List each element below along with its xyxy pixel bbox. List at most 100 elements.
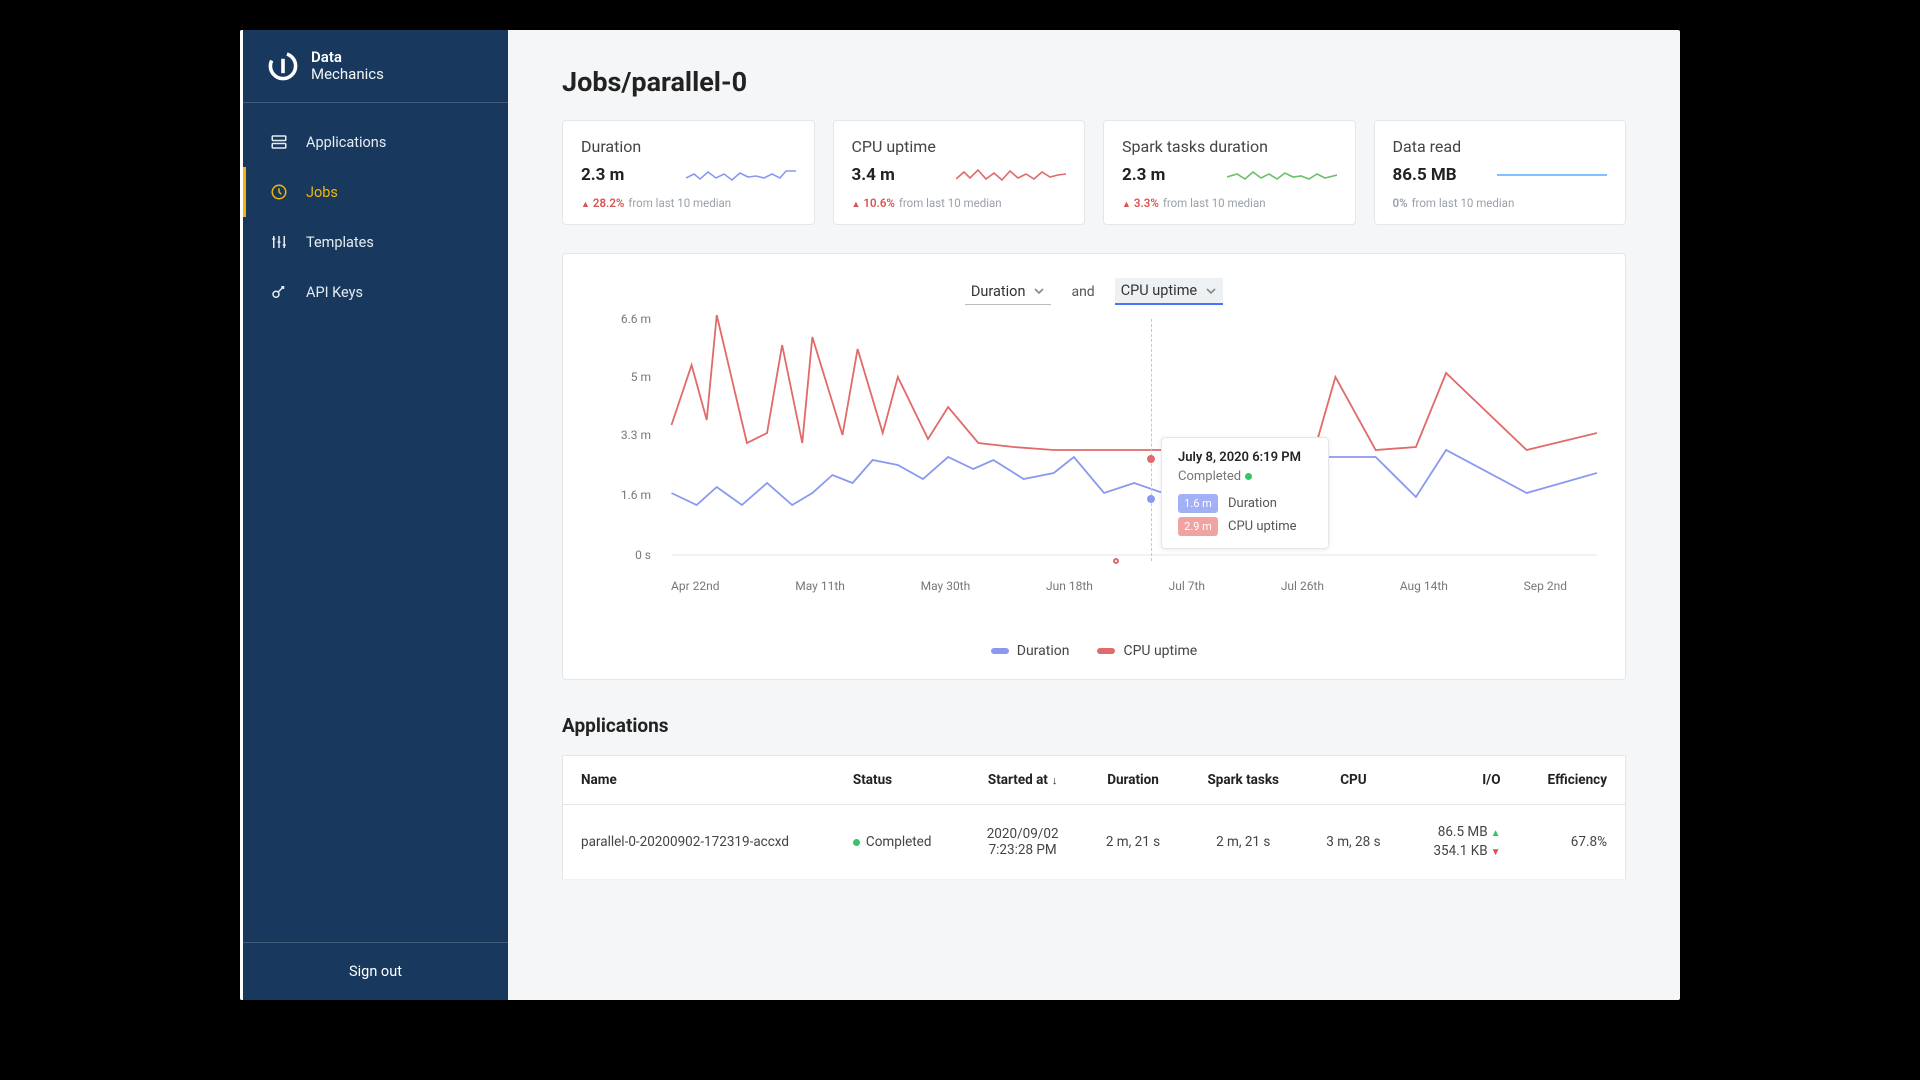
app-frame: Data Mechanics Applications Jobs Templat… xyxy=(240,30,1680,1000)
card-cpu-uptime: CPU uptime 3.4 m 10.6% from last 10 medi… xyxy=(833,120,1086,225)
legend-swatch-icon xyxy=(991,648,1009,654)
logo-text: Data Mechanics xyxy=(311,49,384,84)
sidebar-item-label: Jobs xyxy=(306,184,338,201)
card-footer: 28.2% from last 10 median xyxy=(581,196,796,210)
sidebar-nav: Applications Jobs Templates API Keys xyxy=(243,103,508,942)
cell-started-at: 2020/09/02 7:23:28 PM xyxy=(963,805,1083,880)
tooltip-label: CPU uptime xyxy=(1228,519,1297,534)
chart-panel: Duration and CPU uptime 6.6 m 5 m 3.3 m … xyxy=(562,253,1626,680)
col-cpu[interactable]: CPU xyxy=(1303,756,1404,805)
started-date: 2020/09/02 xyxy=(981,826,1065,842)
card-title: CPU uptime xyxy=(852,137,1067,156)
col-status[interactable]: Status xyxy=(835,756,963,805)
col-started-at[interactable]: Started at ↓ xyxy=(963,756,1083,805)
tooltip-badge: 1.6 m xyxy=(1178,494,1218,513)
sidebar-item-templates[interactable]: Templates xyxy=(243,217,508,267)
signout-button[interactable]: Sign out xyxy=(243,942,508,1000)
sparkline-icon xyxy=(1497,164,1607,186)
chart-hover-line xyxy=(1151,319,1152,561)
applications-table: Name Status Started at ↓ Duration Spark t… xyxy=(562,755,1626,880)
arrow-up-icon: ▲ xyxy=(1491,828,1501,839)
sidebar-item-api-keys[interactable]: API Keys xyxy=(243,267,508,317)
cell-cpu: 3 m, 28 s xyxy=(1303,805,1404,880)
delta-value: 28.2% xyxy=(581,196,624,210)
templates-icon xyxy=(270,233,288,251)
legend-item-duration: Duration xyxy=(991,643,1070,659)
cell-efficiency: 67.8% xyxy=(1519,805,1626,880)
io-out: 354.1 KB xyxy=(1433,843,1487,859)
cell-io: 86.5 MB▲ 354.1 KB▼ xyxy=(1404,805,1519,880)
chart-select-a[interactable]: Duration xyxy=(965,279,1052,305)
applications-heading: Applications xyxy=(562,714,1626,737)
table-header-row: Name Status Started at ↓ Duration Spark t… xyxy=(563,756,1626,805)
card-footer: 0% from last 10 median xyxy=(1393,196,1608,210)
tooltip-status-text: Completed xyxy=(1178,469,1241,484)
delta-value: 3.3% xyxy=(1122,196,1159,210)
x-axis: Apr 22nd May 11th May 30th Jun 18th Jul … xyxy=(591,579,1597,593)
table-row[interactable]: parallel-0-20200902-172319-accxd Complet… xyxy=(563,805,1626,880)
logo: Data Mechanics xyxy=(243,30,508,103)
delta-value: 10.6% xyxy=(852,196,895,210)
y-axis: 6.6 m 5 m 3.3 m 1.6 m 0 s xyxy=(591,315,661,555)
tooltip-date: July 8, 2020 6:19 PM xyxy=(1178,450,1312,465)
legend-swatch-icon xyxy=(1097,648,1115,654)
metric-cards-row: Duration 2.3 m 28.2% from last 10 median… xyxy=(562,120,1626,225)
sidebar-item-label: Applications xyxy=(306,134,386,151)
sidebar-item-applications[interactable]: Applications xyxy=(243,117,508,167)
x-tick: Jun 18th xyxy=(1046,579,1093,593)
chevron-down-icon xyxy=(1033,285,1045,297)
chart-select-b[interactable]: CPU uptime xyxy=(1115,278,1223,305)
status-dot-icon xyxy=(853,839,860,846)
x-tick: Jul 7th xyxy=(1169,579,1205,593)
sidebar-item-label: Templates xyxy=(306,234,374,251)
io-in: 86.5 MB xyxy=(1438,824,1488,840)
cell-duration: 2 m, 21 s xyxy=(1083,805,1184,880)
card-duration: Duration 2.3 m 28.2% from last 10 median xyxy=(562,120,815,225)
y-tick: 0 s xyxy=(635,548,651,562)
card-title: Data read xyxy=(1393,137,1608,156)
started-time: 7:23:28 PM xyxy=(981,842,1065,858)
tooltip-row: 1.6 m Duration xyxy=(1178,494,1312,513)
delta-suffix: from last 10 median xyxy=(1163,196,1266,210)
chart-hover-dot-cpu xyxy=(1147,455,1155,463)
card-footer: 3.3% from last 10 median xyxy=(1122,196,1337,210)
tooltip-row: 2.9 m CPU uptime xyxy=(1178,517,1312,536)
delta-suffix: from last 10 median xyxy=(899,196,1002,210)
x-tick: May 11th xyxy=(795,579,845,593)
legend-item-cpu: CPU uptime xyxy=(1097,643,1197,659)
y-tick: 3.3 m xyxy=(621,428,651,442)
col-duration[interactable]: Duration xyxy=(1083,756,1184,805)
delta-suffix: from last 10 median xyxy=(628,196,731,210)
delta-suffix: from last 10 median xyxy=(1412,196,1515,210)
col-spark-tasks[interactable]: Spark tasks xyxy=(1183,756,1303,805)
tooltip-badge: 2.9 m xyxy=(1178,517,1218,536)
main-content: Jobs/parallel-0 Duration 2.3 m 28.2% fro… xyxy=(508,30,1680,1000)
card-data-read: Data read 86.5 MB 0% from last 10 median xyxy=(1374,120,1627,225)
card-footer: 10.6% from last 10 median xyxy=(852,196,1067,210)
card-value: 2.3 m xyxy=(581,165,624,185)
page-title: Jobs/parallel-0 xyxy=(562,66,1626,98)
and-word: and xyxy=(1071,284,1094,300)
sidebar-item-jobs[interactable]: Jobs xyxy=(243,167,508,217)
sparkline-icon xyxy=(956,164,1066,186)
card-value: 86.5 MB xyxy=(1393,165,1457,185)
logo-icon xyxy=(265,48,301,84)
x-tick: Aug 14th xyxy=(1400,579,1448,593)
chevron-down-icon xyxy=(1205,285,1217,297)
col-name[interactable]: Name xyxy=(563,756,835,805)
col-io[interactable]: I/O xyxy=(1404,756,1519,805)
applications-icon xyxy=(270,133,288,151)
y-tick: 6.6 m xyxy=(621,312,651,326)
delta-value: 0% xyxy=(1393,196,1408,210)
x-tick: Sep 2nd xyxy=(1524,579,1567,593)
col-efficiency[interactable]: Efficiency xyxy=(1519,756,1626,805)
sparkline-icon xyxy=(1227,164,1337,186)
card-value: 2.3 m xyxy=(1122,165,1165,185)
sort-desc-icon: ↓ xyxy=(1052,774,1058,787)
chart-svg[interactable] xyxy=(591,315,1597,575)
col-label: Started at xyxy=(988,772,1048,788)
x-tick: May 30th xyxy=(921,579,971,593)
select-label: CPU uptime xyxy=(1121,282,1197,299)
chart-outlier-dot xyxy=(1113,558,1119,564)
cell-status: Completed xyxy=(835,805,963,880)
